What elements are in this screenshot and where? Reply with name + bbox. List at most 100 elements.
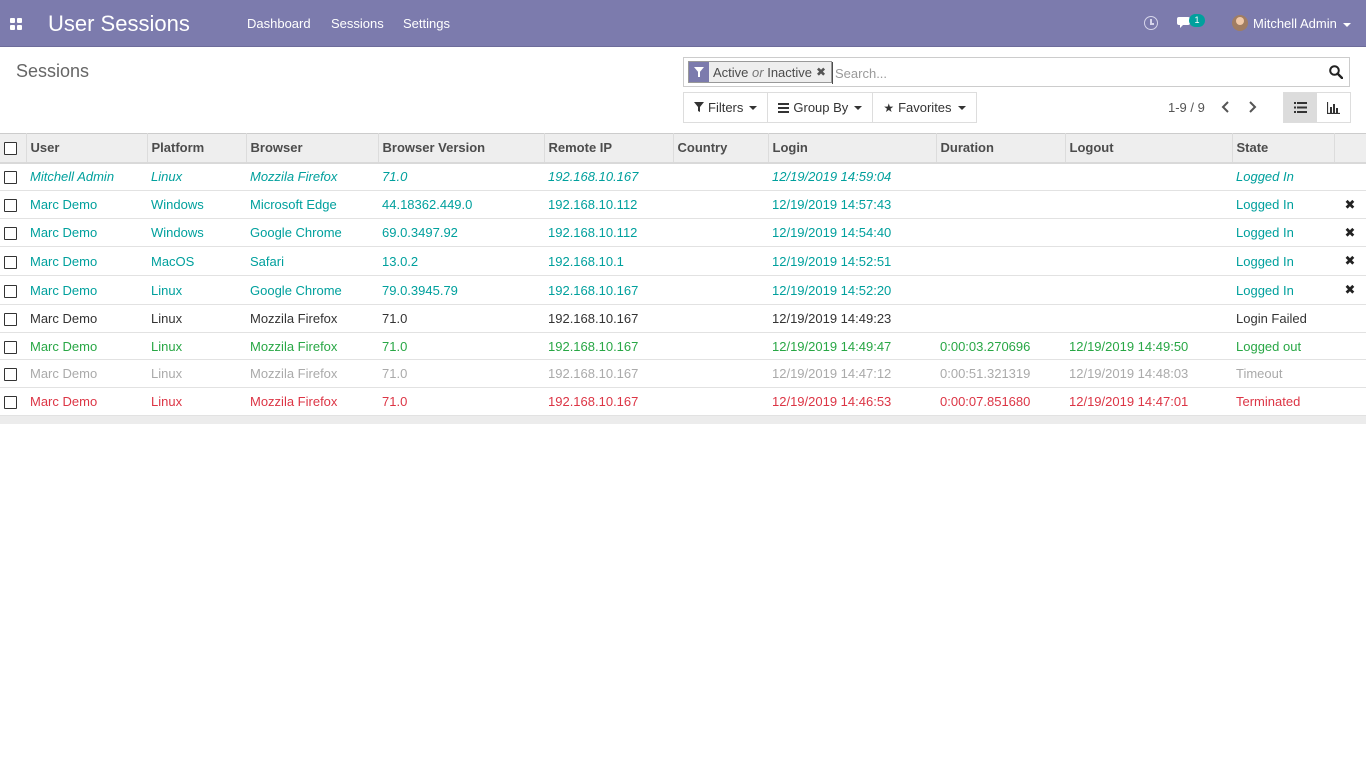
cell-browser: Mozzila Firefox (250, 366, 338, 381)
filter-icon (694, 102, 704, 112)
table-row[interactable]: Marc Demo Linux Mozzila Firefox 71.0 192.168… (0, 305, 1366, 333)
cell-duration (936, 247, 1065, 276)
row-checkbox[interactable] (0, 388, 26, 416)
cell-login: 12/19/2019 14:52:51 (772, 253, 892, 269)
cell-duration (936, 305, 1065, 333)
cell-platform: Windows (151, 197, 204, 212)
cell-logout: 12/19/2019 14:48:03 (1069, 366, 1189, 381)
cell-state: Login Failed (1236, 311, 1307, 326)
cell-ip: 192.168.10.167 (548, 282, 639, 298)
search-input[interactable] (832, 62, 1322, 84)
select-all-checkbox[interactable] (0, 133, 27, 163)
cell-country (673, 247, 768, 276)
col-login[interactable]: Login (768, 133, 937, 163)
favorites-button[interactable]: ★ Favorites (873, 93, 976, 122)
menu-sessions[interactable]: Sessions (331, 16, 384, 31)
filters-button[interactable]: Filters (684, 93, 769, 122)
row-checkbox[interactable] (0, 163, 26, 191)
groupby-button[interactable]: Group By (768, 93, 874, 122)
close-session-button[interactable]: ✖ (1334, 247, 1366, 276)
row-checkbox[interactable] (0, 333, 26, 360)
close-session-button[interactable]: ✖ (1334, 191, 1366, 219)
col-user[interactable]: User (26, 133, 148, 163)
close-session-button[interactable]: ✖ (1334, 276, 1366, 305)
cell-login: 12/19/2019 14:54:40 (772, 225, 892, 240)
cell-duration (936, 191, 1065, 219)
cell-ip: 192.168.10.167 (548, 394, 639, 409)
cell-version: 79.0.3945.79 (382, 282, 458, 298)
cell-browser: Mozzila Firefox (250, 169, 338, 185)
col-remote-ip[interactable]: Remote IP (544, 133, 674, 163)
row-checkbox[interactable] (0, 305, 26, 333)
col-state[interactable]: State (1232, 133, 1335, 163)
cell-browser: Google Chrome (250, 225, 342, 240)
col-platform[interactable]: Platform (147, 133, 247, 163)
facet-separator: or (752, 64, 764, 80)
row-checkbox[interactable] (0, 191, 26, 219)
cell-login: 12/19/2019 14:49:47 (772, 338, 892, 354)
sessions-table: User Platform Browser Browser Version Re… (0, 133, 1366, 416)
chevron-down-icon (957, 105, 966, 110)
close-icon[interactable]: ✖ (816, 65, 828, 79)
chevron-down-icon (1342, 22, 1351, 27)
cell-login: 12/19/2019 14:57:43 (772, 197, 892, 212)
cell-duration (936, 219, 1065, 247)
close-icon[interactable]: ✖ (1345, 225, 1356, 240)
cell-version: 71.0 (382, 311, 408, 326)
clock-icon[interactable] (1144, 16, 1158, 30)
cell-country (673, 388, 768, 416)
cell-duration (936, 276, 1065, 305)
chevron-left-icon[interactable] (1216, 97, 1236, 117)
cell-user: Marc Demo (30, 197, 98, 212)
chevron-right-icon[interactable] (1242, 97, 1262, 117)
cell-state: Logged out (1236, 338, 1302, 354)
cell-browser: Google Chrome (250, 282, 342, 298)
table-row[interactable]: Marc Demo Windows Google Chrome 69.0.3497.9… (0, 219, 1366, 247)
user-menu[interactable]: Mitchell Admin (1253, 16, 1351, 31)
row-checkbox[interactable] (0, 219, 26, 247)
menu-dashboard[interactable]: Dashboard (247, 16, 311, 31)
search-icon[interactable] (1329, 65, 1343, 79)
col-duration[interactable]: Duration (936, 133, 1066, 163)
search-options: Filters Group By ★ Favorites (683, 92, 977, 123)
menu-settings[interactable]: Settings (403, 16, 450, 31)
facet-value-inactive: Inactive (767, 64, 813, 80)
cell-state: Logged In (1236, 282, 1294, 298)
col-browser-version[interactable]: Browser Version (378, 133, 545, 163)
table-row[interactable]: Marc Demo Windows Microsoft Edge 44.18362.4… (0, 191, 1366, 219)
cell-state: Logged In (1236, 225, 1294, 240)
row-checkbox[interactable] (0, 276, 26, 305)
table-row[interactable]: Marc Demo Linux Mozzila Firefox 71.0 192.168… (0, 388, 1366, 416)
cell-user: Marc Demo (30, 282, 98, 298)
graph-view-button[interactable] (1317, 93, 1350, 122)
chevron-down-icon (854, 105, 863, 110)
list-footer (0, 416, 1366, 424)
cell-platform: MacOS (151, 253, 195, 269)
row-checkbox[interactable] (0, 247, 26, 276)
close-icon[interactable]: ✖ (1345, 282, 1356, 297)
cell-duration (936, 163, 1065, 191)
cell-version: 71.0 (382, 366, 408, 381)
cell-login: 12/19/2019 14:52:20 (772, 282, 892, 298)
app-title: User Sessions (48, 11, 190, 36)
row-checkbox[interactable] (0, 360, 26, 388)
close-icon[interactable]: ✖ (1345, 197, 1356, 212)
cell-user: Marc Demo (30, 225, 98, 240)
cell-duration: 0:00:51.321319 (940, 366, 1031, 381)
col-logout[interactable]: Logout (1065, 133, 1233, 163)
list-view-button[interactable] (1284, 93, 1317, 122)
close-session-button[interactable]: ✖ (1334, 219, 1366, 247)
cell-platform: Linux (151, 169, 183, 185)
cell-platform: Linux (151, 338, 183, 354)
cell-duration: 0:00:03.270696 (940, 338, 1031, 354)
apps-icon[interactable] (10, 18, 22, 30)
table-row[interactable]: Marc Demo Linux Mozzila Firefox 71.0 192.168… (0, 360, 1366, 388)
table-row[interactable]: Marc Demo MacOS Safari 13.0.2 192.168.10.1 12… (0, 247, 1366, 276)
avatar[interactable] (1232, 15, 1248, 31)
table-row[interactable]: Mitchell Admin Linux Mozzila Firefox 71.0 19… (0, 163, 1366, 191)
table-row[interactable]: Marc Demo Linux Mozzila Firefox 71.0 192.168… (0, 333, 1366, 360)
col-browser[interactable]: Browser (246, 133, 379, 163)
close-icon[interactable]: ✖ (1345, 253, 1356, 268)
table-row[interactable]: Marc Demo Linux Google Chrome 79.0.3945.79 1… (0, 276, 1366, 305)
col-country[interactable]: Country (673, 133, 769, 163)
